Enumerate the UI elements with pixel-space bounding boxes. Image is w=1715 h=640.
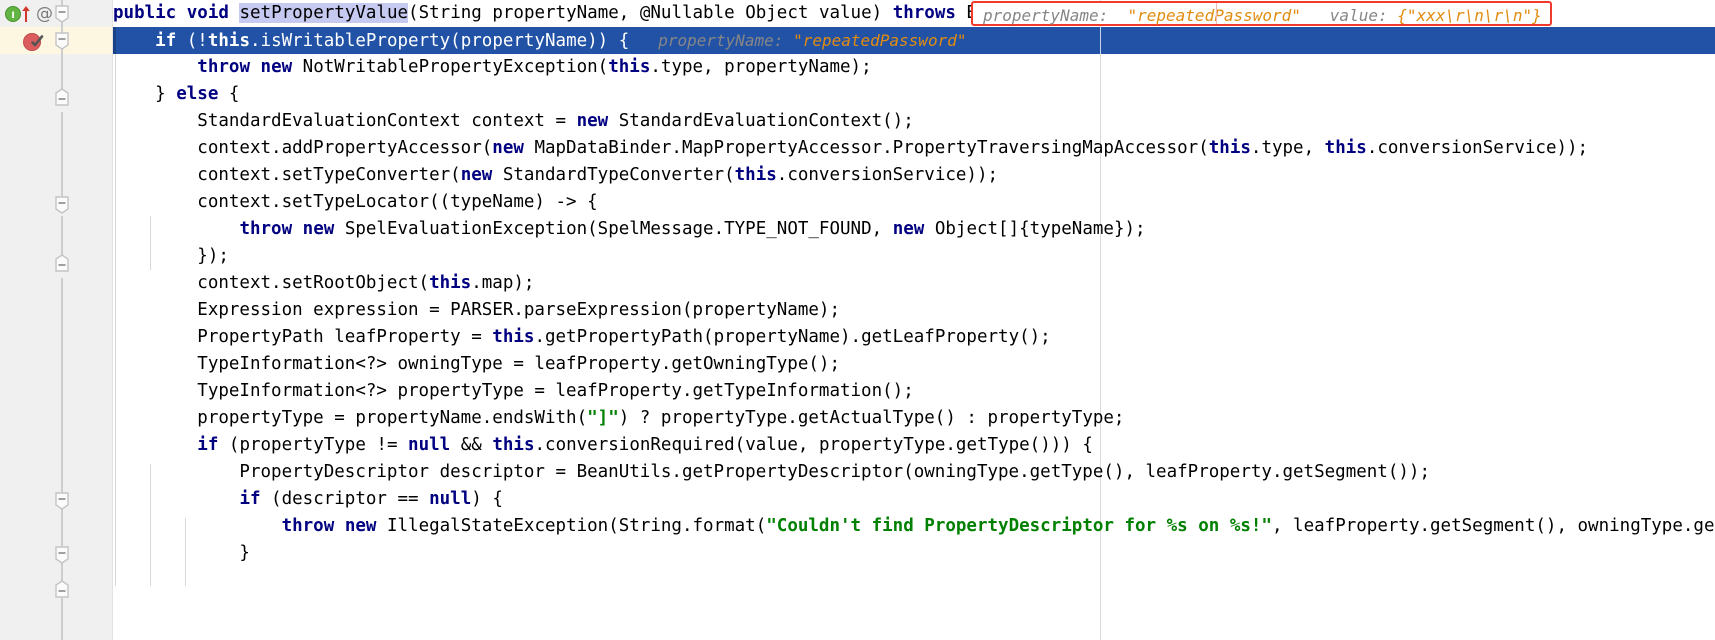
token-keyword: null bbox=[408, 435, 451, 455]
breakpoint-verified-icon[interactable] bbox=[22, 30, 44, 52]
code-line[interactable]: context.setTypeLocator((typeName) -> { bbox=[113, 189, 597, 216]
inline-hint-divider bbox=[1100, 27, 1101, 54]
code-line[interactable]: TypeInformation<?> propertyType = leafPr… bbox=[113, 378, 913, 405]
selected-identifier[interactable]: setPropertyValue bbox=[239, 3, 409, 23]
hint-label-property-name: propertyName: bbox=[983, 6, 1109, 25]
code-line[interactable]: throw new IllegalStateException(String.f… bbox=[113, 513, 1715, 540]
code-line[interactable]: } else { bbox=[113, 81, 239, 108]
token-keyword: if bbox=[239, 489, 261, 509]
token-keyword: new bbox=[892, 219, 925, 239]
hint-value-property-name-text: "repeatedPassword" bbox=[1127, 6, 1301, 25]
token-keyword: new bbox=[460, 165, 493, 185]
fold-region-end-icon[interactable] bbox=[53, 580, 71, 598]
hint-value-value-text: {"xxx\r\n\r\n"} bbox=[1397, 6, 1542, 25]
token-keyword: new bbox=[576, 111, 609, 131]
token-keyword: this bbox=[492, 327, 535, 347]
token-keyword: throws bbox=[892, 3, 956, 23]
code-line[interactable]: if (!this.isWritableProperty(propertyNam… bbox=[113, 27, 966, 54]
hint-value-property-name-2: "repeatedPassword" bbox=[793, 31, 967, 50]
fold-collapse-icon[interactable] bbox=[53, 5, 71, 23]
token-keyword: new bbox=[492, 138, 524, 158]
implementing-method-icon[interactable]: I bbox=[4, 4, 34, 24]
inline-hint-divider bbox=[1216, 3, 1217, 24]
fold-spine-segment bbox=[61, 596, 63, 640]
code-line[interactable]: PropertyDescriptor descriptor = BeanUtil… bbox=[113, 459, 1430, 486]
token-keyword: this bbox=[1324, 138, 1367, 158]
code-line[interactable]: TypeInformation<?> owningType = leafProp… bbox=[113, 351, 840, 378]
token-keyword: this bbox=[429, 273, 472, 293]
token-keyword: throw bbox=[281, 516, 335, 536]
code-line[interactable]: } bbox=[113, 540, 250, 567]
code-line[interactable]: throw new NotWritablePropertyException(t… bbox=[113, 54, 871, 81]
right-margin-guide bbox=[1100, 0, 1101, 640]
token-string: "Couldn't find PropertyDescriptor for %s… bbox=[766, 516, 1272, 536]
token-keyword: this bbox=[734, 165, 777, 185]
token-keyword: this bbox=[608, 57, 651, 77]
token-keyword: this bbox=[207, 31, 250, 51]
code-line[interactable]: context.setTypeConverter(new StandardTyp… bbox=[113, 162, 998, 189]
svg-text:I: I bbox=[11, 11, 14, 21]
code-line[interactable]: if (propertyType != null && this.convers… bbox=[113, 432, 1093, 459]
fold-collapse-icon[interactable] bbox=[53, 196, 71, 214]
fold-collapse-icon[interactable] bbox=[53, 546, 71, 564]
inline-debug-hint-box[interactable]: propertyName: "repeatedPassword" value: … bbox=[971, 1, 1552, 26]
code-line[interactable]: if (descriptor == null) { bbox=[113, 486, 502, 513]
code-line[interactable]: PropertyPath leafProperty = this.getProp… bbox=[113, 324, 1050, 351]
token-keyword: public bbox=[113, 3, 177, 23]
token-keyword: if bbox=[155, 31, 177, 51]
code-line[interactable]: context.setRootObject(this.map); bbox=[113, 270, 534, 297]
token-keyword: if bbox=[197, 435, 219, 455]
fold-spine-segment bbox=[61, 278, 63, 500]
token-keyword: null bbox=[429, 489, 472, 509]
fold-region-end-icon[interactable] bbox=[53, 88, 71, 106]
code-line[interactable]: propertyType = propertyName.endsWith("]"… bbox=[113, 405, 1124, 432]
fold-collapse-icon[interactable] bbox=[53, 492, 71, 510]
token-keyword: new bbox=[344, 516, 377, 536]
token-keyword: new bbox=[260, 57, 293, 77]
code-line[interactable]: context.addPropertyAccessor(new MapDataB… bbox=[113, 135, 1588, 162]
hint-label-value: value: bbox=[1329, 6, 1388, 25]
fold-collapse-icon[interactable] bbox=[53, 32, 71, 50]
annotation-icon[interactable]: @ bbox=[36, 4, 53, 24]
token-keyword: this bbox=[492, 435, 535, 455]
gutter-annotation-strip[interactable] bbox=[0, 0, 52, 640]
fold-region-end-icon[interactable] bbox=[53, 254, 71, 272]
code-line[interactable]: }); bbox=[113, 243, 229, 270]
code-line[interactable]: StandardEvaluationContext context = new … bbox=[113, 108, 913, 135]
token-keyword: this bbox=[1208, 138, 1251, 158]
token-keyword: void bbox=[186, 3, 229, 23]
code-line[interactable]: throw new SpelEvaluationException(SpelMe… bbox=[113, 216, 1145, 243]
fold-spine-segment bbox=[61, 112, 63, 208]
hint-label-property-name-2: propertyName: bbox=[658, 31, 784, 50]
token-keyword: throw bbox=[239, 219, 293, 239]
code-text-area[interactable]: public void setPropertyValue(String prop… bbox=[113, 0, 1715, 640]
token-keyword: new bbox=[302, 219, 335, 239]
token-string: "]" bbox=[587, 408, 619, 428]
token-keyword: else bbox=[176, 84, 219, 104]
code-line[interactable]: Expression expression = PARSER.parseExpr… bbox=[113, 297, 840, 324]
code-editor[interactable]: I @ public void setPropertyValue(String … bbox=[0, 0, 1715, 640]
token-keyword: throw bbox=[197, 57, 250, 77]
hint-value-property-name bbox=[1108, 6, 1127, 25]
